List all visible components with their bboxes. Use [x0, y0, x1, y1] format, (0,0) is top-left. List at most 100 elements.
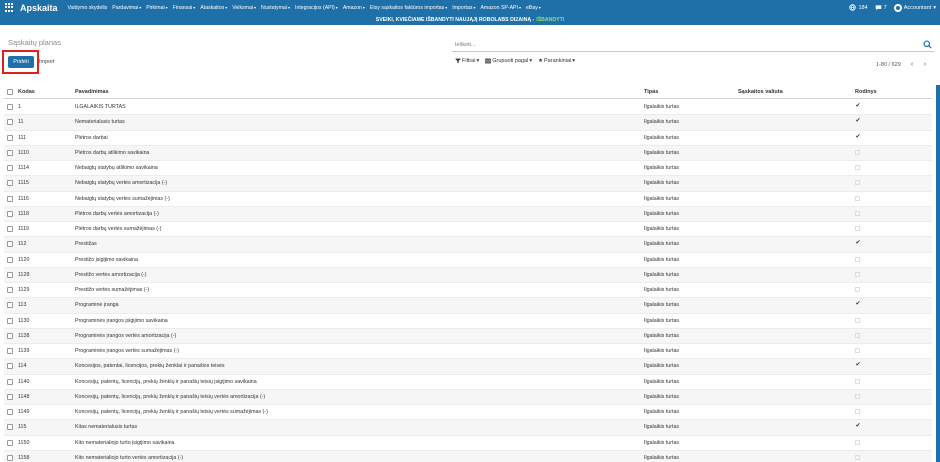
table-row[interactable]: 115 Kitas nematerialusis turtas Ilgalaikis…: [4, 420, 932, 436]
group-by-label: Grupuoti pagal: [492, 58, 529, 64]
menu-item[interactable]: Valdymo skydelis: [68, 5, 108, 11]
row-checkbox[interactable]: [7, 119, 13, 126]
menu-item[interactable]: eBay▾: [526, 5, 541, 11]
table-row[interactable]: 1139 Programinės įrangos vertės sumažėjim…: [4, 344, 932, 360]
cell-type: Ilgalaikis turtas: [644, 180, 680, 187]
menu-item[interactable]: Etsy sąskaitos faktūros importas▾: [370, 5, 447, 11]
import-button[interactable]: Import: [37, 56, 57, 68]
row-checkbox[interactable]: [7, 439, 13, 446]
create-button[interactable]: Pridėti: [8, 56, 34, 68]
table-row[interactable]: 1130 Programinės įrangos įsigijimo savika…: [4, 314, 932, 329]
visible-check-icon: ✔: [855, 133, 861, 140]
menu-item[interactable]: Amazon SP-API▾: [480, 5, 521, 11]
row-checkbox[interactable]: [7, 393, 13, 400]
row-checkbox[interactable]: [7, 424, 13, 431]
table-row[interactable]: 113 Programinė įranga Ilgalaikis turtas ✔: [4, 298, 932, 314]
menu-item[interactable]: Amazon▾: [343, 5, 365, 11]
menu-item[interactable]: Finansai▾: [173, 5, 196, 11]
visible-check-icon: ✔: [855, 423, 861, 430]
row-checkbox[interactable]: [7, 409, 13, 415]
row-checkbox[interactable]: [7, 287, 13, 293]
row-checkbox[interactable]: [7, 302, 13, 309]
menu-item[interactable]: Pardavimai▾: [112, 5, 141, 11]
table-row[interactable]: 1110 Plėtros darbų atlikimo savikaina Ilga…: [4, 145, 932, 161]
filters-button[interactable]: Filtrai ▾: [455, 58, 479, 64]
cell-code: 1119: [18, 226, 29, 232]
table-row[interactable]: 1116 Nebaigtų statybų vertės sumažėjimas …: [4, 192, 932, 207]
messages-indicator[interactable]: 184: [849, 4, 868, 11]
search-bar: [452, 38, 934, 52]
column-header-name[interactable]: Pavadinimas: [75, 89, 109, 95]
table-row[interactable]: 114 Koncesijos, patentai, licencijos, pre…: [4, 359, 932, 375]
menu-item-label: Finansai: [172, 4, 193, 11]
cell-code: 1128: [18, 271, 30, 278]
table-row[interactable]: 1114 Nebaigtų statybų atlikimo savikaina I…: [4, 161, 932, 177]
table-row[interactable]: 1140 Koncesijų, patentų, licencijų, preki…: [4, 375, 932, 390]
row-checkbox[interactable]: [7, 210, 13, 217]
row-checkbox[interactable]: [7, 332, 13, 339]
row-checkbox[interactable]: [7, 104, 13, 110]
user-menu[interactable]: Accountant ▾: [893, 3, 936, 12]
search-input[interactable]: [452, 38, 912, 51]
table-row[interactable]: 1118 Plėtros darbų vertės amortizacija (-…: [4, 206, 932, 222]
menu-item[interactable]: Veiksmai▾: [232, 5, 256, 11]
table-row[interactable]: 1129 Prestižo vertės sumažėjimas (-) Ilgal…: [4, 283, 932, 299]
column-header-code[interactable]: Kodas: [18, 89, 35, 95]
pager-previous-button[interactable]: ‹: [907, 60, 917, 70]
select-all-checkbox[interactable]: [7, 89, 13, 95]
scrollbar-thumb[interactable]: [936, 85, 940, 462]
table-row[interactable]: 11 Nematerialusis turtas Ilgalaikis turtas…: [4, 115, 932, 131]
row-checkbox[interactable]: [7, 195, 13, 202]
row-checkbox[interactable]: [7, 165, 13, 171]
row-checkbox[interactable]: [7, 180, 13, 187]
row-checkbox[interactable]: [7, 378, 13, 385]
row-checkbox[interactable]: [7, 241, 13, 248]
menu-item[interactable]: Ataskaitos▾: [200, 5, 227, 11]
table-row[interactable]: 112 Prestižas Ilgalaikis turtas ✔: [4, 237, 932, 253]
cell-type: Ilgalaikis turtas: [644, 149, 680, 156]
menu-item-label: eBay: [525, 4, 538, 11]
row-checkbox[interactable]: [7, 256, 13, 263]
app-brand[interactable]: Apskaita: [20, 3, 58, 13]
chat-indicator[interactable]: 7: [875, 4, 887, 11]
row-checkbox[interactable]: [7, 149, 13, 156]
table-row[interactable]: 1119 Plėtros darbų vertės sumažėjimas (-)…: [4, 222, 932, 238]
row-checkbox[interactable]: [7, 454, 13, 461]
banner-try-link[interactable]: IŠBANDYTI: [536, 17, 564, 23]
menu-item[interactable]: Integracijos (API)▾: [295, 5, 338, 11]
table-row[interactable]: 111 Plėtros darbai Ilgalaikis turtas ✔: [4, 131, 932, 146]
menu-item[interactable]: Pirkimai▾: [146, 5, 167, 11]
apps-grid-icon[interactable]: [5, 3, 14, 12]
row-checkbox[interactable]: [7, 348, 13, 354]
cell-name: Koncesijų, patentų, licencijų, prekių že…: [75, 393, 266, 400]
pager-next-button[interactable]: ›: [920, 60, 930, 70]
column-header-visible[interactable]: Rodinys: [855, 89, 877, 95]
pager-value[interactable]: 1-80 / 629: [876, 62, 901, 68]
scrollbar[interactable]: [936, 85, 940, 462]
row-checkbox[interactable]: [7, 317, 13, 324]
row-checkbox[interactable]: [7, 134, 13, 141]
menu-item[interactable]: Nustatymai▾: [261, 5, 290, 11]
group-by-button[interactable]: Grupuoti pagal ▾: [485, 58, 532, 64]
table-row[interactable]: 1150 Kito nematerialiojo turto įsigijimo …: [4, 436, 932, 451]
table-row[interactable]: 1138 Programinės įrangos vertės amortizac…: [4, 328, 932, 344]
menu-item[interactable]: Importas▾: [452, 5, 475, 11]
table-row[interactable]: 1128 Prestižo vertės amortizacija (-) Ilga…: [4, 267, 932, 283]
table-row[interactable]: 1 ILGALAIKIS TURTAS Ilgalaikis turtas ✔: [4, 100, 932, 116]
table-row[interactable]: 1120 Prestižo įsigijimo savikaina Ilgalaik…: [4, 253, 932, 268]
chat-count: 7: [883, 4, 887, 11]
table-row[interactable]: 1148 Koncesijų, patentų, licencijų, preki…: [4, 389, 932, 405]
search-icon[interactable]: [923, 40, 932, 49]
table-row[interactable]: 1115 Nebaigtų statybų vertės amortizacija…: [4, 176, 932, 192]
favorites-button[interactable]: ★ Parankiniai ▾: [538, 58, 575, 64]
chat-icon: [875, 5, 881, 11]
table-row[interactable]: 1149 Koncesijų, patentų, licencijų, preki…: [4, 405, 932, 421]
row-checkbox[interactable]: [7, 271, 13, 278]
column-header-type[interactable]: Tipas: [644, 89, 658, 95]
menu-item-label: Pirkimai: [146, 4, 165, 11]
table-row[interactable]: 1158 Kito nematerialiojo turto vertės amo…: [4, 450, 932, 462]
row-checkbox[interactable]: [7, 363, 13, 370]
cell-name: Plėtros darbai: [75, 134, 108, 141]
row-checkbox[interactable]: [7, 226, 13, 232]
column-header-currency[interactable]: Sąskaitos valiuta: [738, 89, 783, 95]
